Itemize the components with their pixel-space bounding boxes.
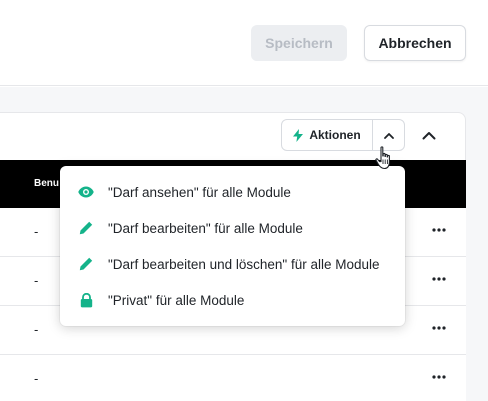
chevron-up-icon bbox=[383, 132, 394, 139]
more-options-button[interactable] bbox=[432, 220, 446, 240]
more-horizontal-icon bbox=[432, 326, 446, 330]
cancel-button[interactable]: Abbrechen bbox=[364, 25, 466, 61]
menu-item-label: "Privat" für alle Module bbox=[108, 292, 245, 308]
more-options-button[interactable] bbox=[432, 367, 446, 387]
column-header-user[interactable]: Benu bbox=[34, 178, 59, 189]
menu-item-label: "Darf bearbeiten" für alle Module bbox=[108, 220, 303, 236]
more-horizontal-icon bbox=[432, 228, 446, 232]
pencil-icon bbox=[78, 256, 94, 272]
save-button[interactable]: Speichern bbox=[251, 25, 347, 61]
actions-label: Aktionen bbox=[309, 128, 361, 142]
menu-item-label: "Darf ansehen" für alle Module bbox=[108, 184, 291, 200]
more-horizontal-icon bbox=[432, 277, 446, 281]
more-options-button[interactable] bbox=[432, 269, 446, 289]
menu-item-edit-delete-all[interactable]: "Darf bearbeiten und löschen" für alle M… bbox=[60, 246, 405, 282]
menu-item-edit-all[interactable]: "Darf bearbeiten" für alle Module bbox=[60, 210, 405, 246]
menu-item-private-all[interactable]: "Privat" für alle Module bbox=[60, 282, 405, 318]
collapse-card-button[interactable] bbox=[418, 124, 440, 146]
lightning-icon bbox=[293, 128, 304, 142]
table-row: - bbox=[0, 355, 466, 401]
hand-cursor-icon bbox=[375, 146, 390, 170]
pencil-icon bbox=[78, 220, 94, 236]
lock-icon bbox=[78, 292, 94, 308]
eye-icon bbox=[78, 184, 94, 200]
cell-value: - bbox=[34, 371, 39, 386]
cell-value: - bbox=[34, 224, 39, 239]
actions-dropdown-menu: "Darf ansehen" für alle Module "Darf bea… bbox=[60, 166, 405, 326]
more-options-button[interactable] bbox=[432, 318, 446, 338]
chevron-up-icon bbox=[422, 131, 436, 139]
actions-button[interactable]: Aktionen bbox=[282, 120, 373, 150]
cell-value: - bbox=[34, 322, 39, 337]
cell-value: - bbox=[34, 273, 39, 288]
more-horizontal-icon bbox=[432, 375, 446, 379]
menu-item-view-all[interactable]: "Darf ansehen" für alle Module bbox=[60, 174, 405, 210]
menu-item-label: "Darf bearbeiten und löschen" für alle M… bbox=[108, 256, 380, 272]
